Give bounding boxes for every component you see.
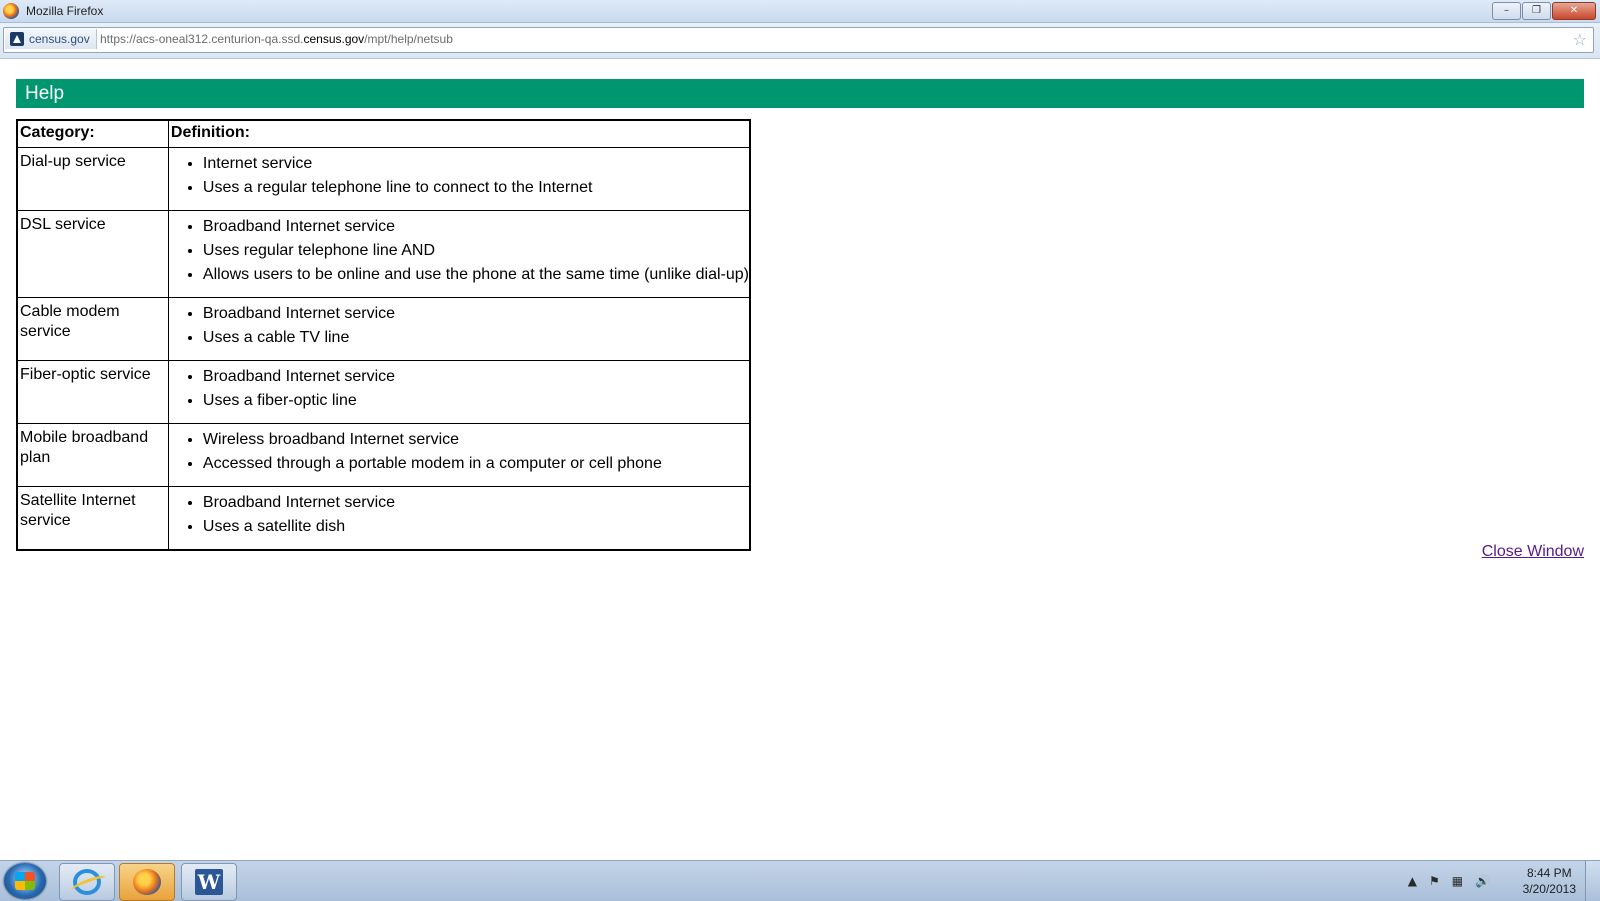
window-controls: – ❐ ✕ (1491, 2, 1596, 20)
internet-explorer-icon (73, 869, 101, 895)
clock-display: 8:44 PM 3/20/2013 (1523, 865, 1576, 897)
list-item: Uses regular telephone line AND (203, 239, 749, 263)
clock-date: 3/20/2013 (1522, 882, 1576, 896)
table-header-row: Category: Definition: (16, 119, 751, 148)
start-button[interactable] (4, 863, 46, 899)
definition-cell: Wireless broadband Internet service Acce… (167, 423, 751, 487)
category-cell: Mobile broadband plan (16, 423, 169, 487)
url-text[interactable]: https://acs-oneal312.centurion-qa.ssd.ce… (100, 32, 453, 46)
list-item: Broadband Internet service (203, 215, 749, 239)
list-item: Broadband Internet service (203, 302, 749, 326)
list-item: Uses a satellite dish (203, 515, 749, 539)
clock[interactable]: 8:44 PM 3/20/2013 (1510, 861, 1580, 901)
site-identity-button[interactable]: census.gov (5, 29, 97, 49)
close-window-link[interactable]: Close Window (1482, 543, 1584, 561)
list-item: Uses a regular telephone line to connect… (203, 176, 749, 200)
taskbar: W ▲ ⚑ ▦ 🔊 8:44 PM 3/20/2013 (0, 860, 1600, 901)
page-title: Help (16, 79, 1584, 108)
table-row: Fiber-optic service Broadband Internet s… (16, 360, 751, 424)
volume-icon[interactable]: 🔊 (1475, 874, 1490, 888)
list-item: Wireless broadband Internet service (203, 428, 749, 452)
url-prefix: https://acs-oneal312.centurion-qa.ssd. (100, 32, 304, 46)
category-cell: DSL service (16, 210, 169, 298)
list-item: Accessed through a portable modem in a c… (203, 452, 749, 476)
bookmark-star-icon[interactable]: ☆ (1573, 30, 1587, 49)
taskbar-firefox-button[interactable] (119, 863, 175, 901)
restore-button[interactable]: ❐ (1522, 2, 1551, 20)
firefox-icon (3, 3, 19, 19)
list-item: Allows users to be online and use the ph… (203, 263, 749, 287)
clock-time: 8:44 PM (1526, 866, 1572, 880)
network-icon[interactable]: ▦ (1452, 874, 1463, 888)
list-item: Uses a fiber-optic line (203, 389, 749, 413)
action-center-flag-icon[interactable]: ⚑ (1429, 874, 1440, 888)
site-identity-label: census.gov (29, 32, 90, 46)
category-cell: Cable modem service (16, 297, 169, 361)
definition-cell: Broadband Internet service Uses regular … (167, 210, 751, 298)
taskbar-word-button[interactable]: W (181, 863, 237, 901)
list-item: Uses a cable TV line (203, 326, 749, 350)
windows-logo-icon (15, 872, 35, 890)
table-row: DSL service Broadband Internet service U… (16, 210, 751, 298)
firefox-icon (133, 869, 161, 895)
definition-column-header: Definition: (167, 119, 751, 148)
definition-cell: Broadband Internet service Uses a cable … (167, 297, 751, 361)
url-path: /mpt/help/netsub (364, 32, 453, 46)
system-tray: ▲ ⚑ ▦ 🔊 (1408, 861, 1490, 901)
category-cell: Satellite Internet service (16, 486, 169, 551)
table-row: Dial-up service Internet service Uses a … (16, 147, 751, 211)
minimize-button[interactable]: – (1492, 2, 1521, 20)
word-icon: W (195, 869, 223, 895)
list-item: Broadband Internet service (203, 365, 749, 389)
window-title: Mozilla Firefox (26, 4, 104, 18)
show-desktop-button[interactable] (1585, 861, 1600, 901)
definition-cell: Broadband Internet service Uses a fiber-… (167, 360, 751, 424)
site-favicon-icon (10, 32, 24, 46)
list-item: Internet service (203, 152, 749, 176)
taskbar-ie-button[interactable] (59, 863, 115, 901)
category-column-header: Category: (16, 119, 169, 148)
definition-cell: Broadband Internet service Uses a satell… (167, 486, 751, 551)
category-cell: Dial-up service (16, 147, 169, 211)
category-cell: Fiber-optic service (16, 360, 169, 424)
table-row: Satellite Internet service Broadband Int… (16, 486, 751, 551)
address-bar[interactable]: census.gov https://acs-oneal312.centurio… (3, 27, 1594, 53)
url-host: census.gov (303, 32, 365, 46)
table-row: Cable modem service Broadband Internet s… (16, 297, 751, 361)
list-item: Broadband Internet service (203, 491, 749, 515)
definitions-table: Category: Definition: Dial-up service In… (16, 119, 751, 551)
window-title-bar[interactable]: Mozilla Firefox – ❐ ✕ (0, 0, 1600, 23)
navigation-bar: census.gov https://acs-oneal312.centurio… (0, 23, 1600, 59)
close-button[interactable]: ✕ (1552, 2, 1596, 20)
show-hidden-icons-icon[interactable]: ▲ (1408, 874, 1417, 888)
definition-cell: Internet service Uses a regular telephon… (167, 147, 751, 211)
table-row: Mobile broadband plan Wireless broadband… (16, 423, 751, 487)
